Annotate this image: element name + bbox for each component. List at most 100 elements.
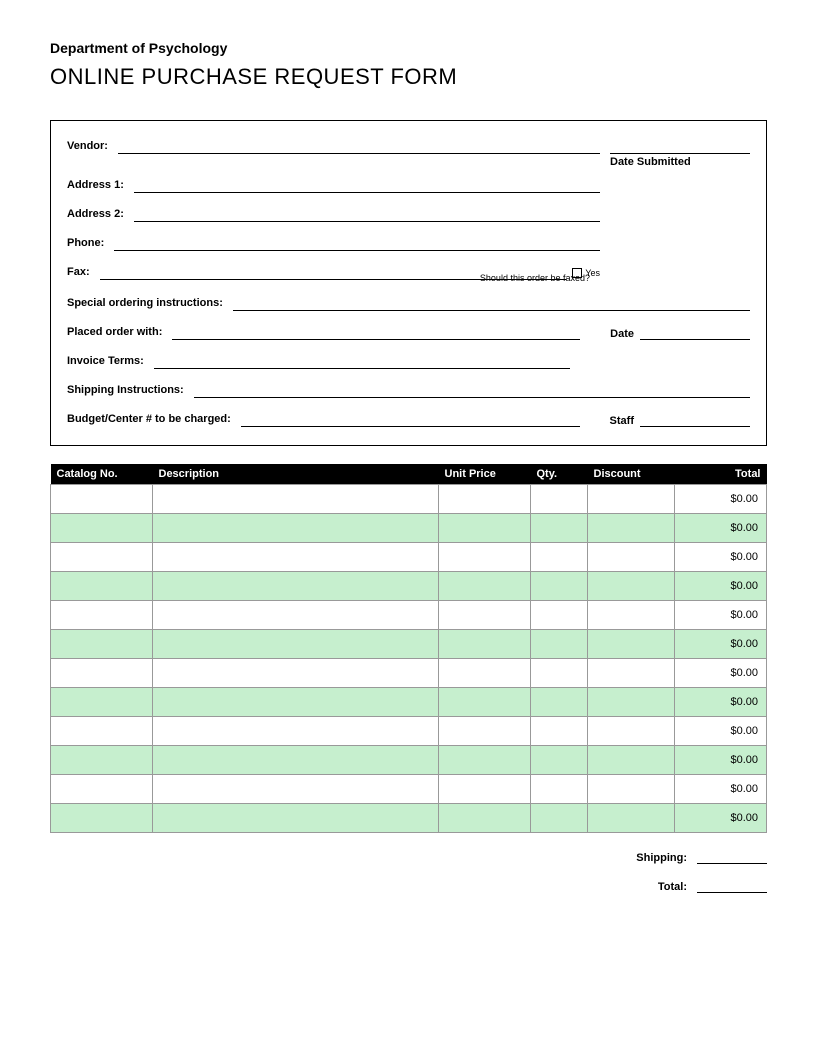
cell-description[interactable]: [153, 601, 439, 630]
cell-discount[interactable]: [588, 659, 675, 688]
fax-yes-checkbox[interactable]: Yes: [572, 268, 600, 280]
cell-qty[interactable]: [531, 485, 588, 514]
cell-unit_price[interactable]: [439, 572, 531, 601]
cell-discount[interactable]: [588, 746, 675, 775]
invoice-terms-label: Invoice Terms:: [67, 355, 154, 369]
shipping-total-label: Shipping:: [636, 852, 697, 864]
cell-qty[interactable]: [531, 514, 588, 543]
phone-input[interactable]: [114, 236, 600, 251]
cell-description[interactable]: [153, 572, 439, 601]
cell-catalog[interactable]: [51, 514, 153, 543]
cell-catalog[interactable]: [51, 659, 153, 688]
cell-unit_price[interactable]: [439, 659, 531, 688]
date-input[interactable]: [640, 325, 750, 340]
th-total: Total: [675, 464, 767, 485]
cell-qty[interactable]: [531, 775, 588, 804]
shipping-instructions-input[interactable]: [194, 383, 750, 398]
address2-input[interactable]: [134, 207, 600, 222]
cell-description[interactable]: [153, 543, 439, 572]
cell-description[interactable]: [153, 659, 439, 688]
cell-description[interactable]: [153, 775, 439, 804]
cell-catalog[interactable]: [51, 601, 153, 630]
cell-unit_price[interactable]: [439, 630, 531, 659]
cell-qty[interactable]: [531, 688, 588, 717]
cell-unit_price[interactable]: [439, 775, 531, 804]
staff-input[interactable]: [640, 412, 750, 427]
cell-catalog[interactable]: [51, 572, 153, 601]
cell-catalog[interactable]: [51, 775, 153, 804]
cell-description[interactable]: [153, 804, 439, 833]
cell-unit_price[interactable]: [439, 543, 531, 572]
cell-unit_price[interactable]: [439, 485, 531, 514]
cell-discount[interactable]: [588, 514, 675, 543]
date-submitted-input[interactable]: [610, 139, 750, 154]
placed-order-input[interactable]: [172, 325, 580, 340]
cell-unit_price[interactable]: [439, 688, 531, 717]
cell-discount[interactable]: [588, 717, 675, 746]
cell-discount[interactable]: [588, 775, 675, 804]
cell-unit_price[interactable]: [439, 717, 531, 746]
cell-total: $0.00: [675, 485, 767, 514]
cell-qty[interactable]: [531, 746, 588, 775]
phone-label: Phone:: [67, 237, 114, 251]
th-qty: Qty.: [531, 464, 588, 485]
cell-unit_price[interactable]: [439, 746, 531, 775]
cell-total: $0.00: [675, 688, 767, 717]
cell-catalog[interactable]: [51, 630, 153, 659]
fax-input[interactable]: [100, 265, 567, 280]
cell-qty[interactable]: [531, 804, 588, 833]
cell-unit_price[interactable]: [439, 514, 531, 543]
address1-label: Address 1:: [67, 179, 134, 193]
cell-qty[interactable]: [531, 543, 588, 572]
cell-discount[interactable]: [588, 543, 675, 572]
table-row: $0.00: [51, 804, 767, 833]
vendor-input[interactable]: [118, 139, 600, 154]
grand-total-input[interactable]: [697, 878, 767, 893]
cell-total: $0.00: [675, 804, 767, 833]
cell-discount[interactable]: [588, 630, 675, 659]
cell-description[interactable]: [153, 746, 439, 775]
table-row: $0.00: [51, 659, 767, 688]
table-row: $0.00: [51, 746, 767, 775]
cell-qty[interactable]: [531, 659, 588, 688]
cell-qty[interactable]: [531, 630, 588, 659]
cell-catalog[interactable]: [51, 717, 153, 746]
date-label: Date: [610, 328, 640, 340]
grand-total-label: Total:: [658, 881, 697, 893]
department-heading: Department of Psychology: [50, 40, 767, 56]
table-row: $0.00: [51, 630, 767, 659]
address1-input[interactable]: [134, 178, 600, 193]
cell-catalog[interactable]: [51, 485, 153, 514]
cell-discount[interactable]: [588, 688, 675, 717]
cell-discount[interactable]: [588, 601, 675, 630]
cell-qty[interactable]: [531, 572, 588, 601]
cell-description[interactable]: [153, 514, 439, 543]
cell-description[interactable]: [153, 485, 439, 514]
cell-discount[interactable]: [588, 804, 675, 833]
special-instructions-input[interactable]: [233, 296, 750, 311]
cell-total: $0.00: [675, 543, 767, 572]
cell-description[interactable]: [153, 717, 439, 746]
cell-discount[interactable]: [588, 485, 675, 514]
table-row: $0.00: [51, 572, 767, 601]
invoice-terms-input[interactable]: [154, 354, 570, 369]
cell-discount[interactable]: [588, 572, 675, 601]
cell-catalog[interactable]: [51, 804, 153, 833]
cell-catalog[interactable]: [51, 688, 153, 717]
cell-unit_price[interactable]: [439, 804, 531, 833]
cell-total: $0.00: [675, 601, 767, 630]
cell-catalog[interactable]: [51, 543, 153, 572]
shipping-total-input[interactable]: [697, 849, 767, 864]
th-description: Description: [153, 464, 439, 485]
cell-unit_price[interactable]: [439, 601, 531, 630]
cell-catalog[interactable]: [51, 746, 153, 775]
cell-qty[interactable]: [531, 601, 588, 630]
cell-description[interactable]: [153, 630, 439, 659]
cell-description[interactable]: [153, 688, 439, 717]
cell-total: $0.00: [675, 572, 767, 601]
table-row: $0.00: [51, 485, 767, 514]
date-submitted-label: Date Submitted: [600, 156, 750, 168]
budget-input[interactable]: [241, 412, 580, 427]
cell-total: $0.00: [675, 630, 767, 659]
cell-qty[interactable]: [531, 717, 588, 746]
